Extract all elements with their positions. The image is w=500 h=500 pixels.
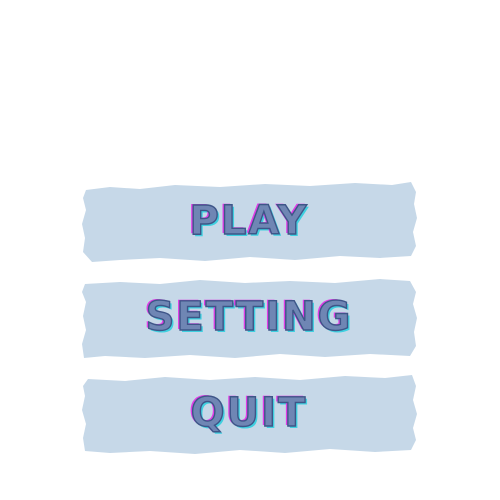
setting-button[interactable]: SETTING	[80, 274, 418, 360]
main-menu-screen: PLAY SETTING QUIT	[0, 0, 500, 500]
setting-label: SETTING	[145, 293, 353, 340]
quit-button[interactable]: QUIT	[80, 370, 418, 456]
play-button[interactable]: PLAY	[80, 178, 418, 264]
quit-label: QUIT	[190, 389, 308, 436]
play-label: PLAY	[189, 197, 309, 244]
